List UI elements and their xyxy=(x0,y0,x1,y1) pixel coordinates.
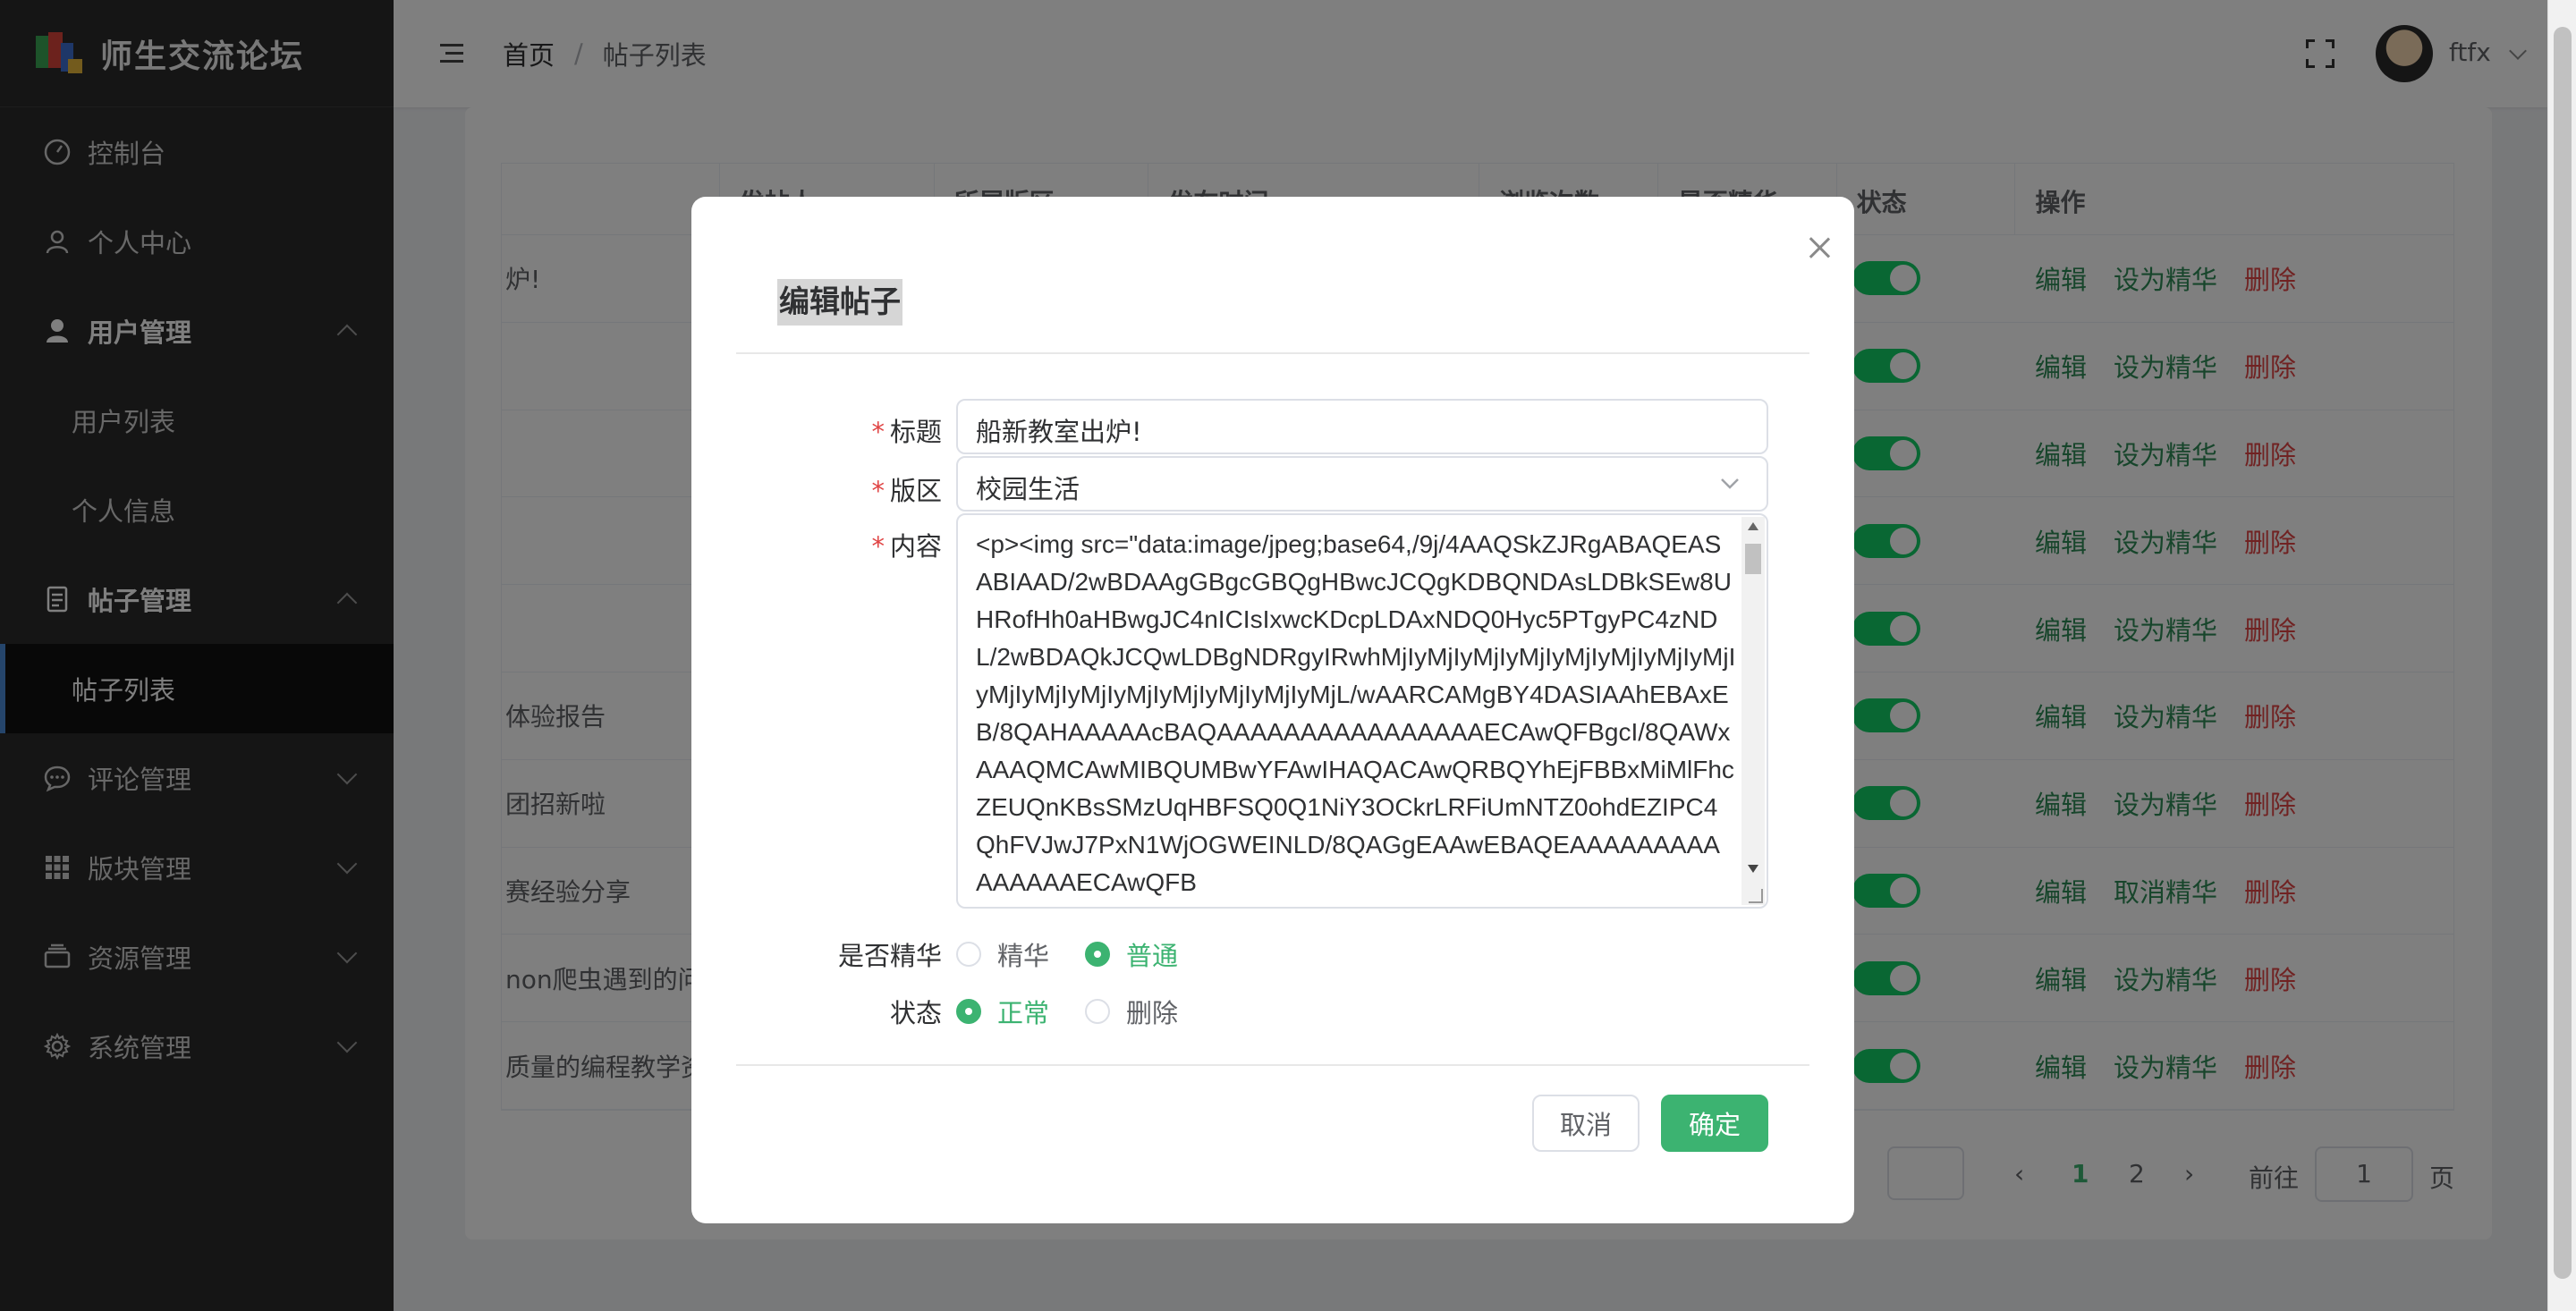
status-option-deleted[interactable]: 删除 xyxy=(1085,993,1178,1030)
scroll-up-icon[interactable] xyxy=(1748,522,1758,530)
radio-icon xyxy=(1085,999,1111,1024)
divider xyxy=(736,352,1809,354)
section-label: * 版区 xyxy=(871,476,942,506)
cancel-button[interactable]: 取消 xyxy=(1532,1095,1640,1152)
textarea-scrollbar[interactable] xyxy=(1741,517,1765,905)
divider xyxy=(736,1064,1809,1066)
featured-option-normal[interactable]: 普通 xyxy=(1085,935,1178,973)
title-label: * 标题 xyxy=(871,417,942,447)
radio-label: 精华 xyxy=(997,941,1050,971)
featured-radio-group: 精华 普通 xyxy=(956,935,1214,973)
radio-label: 正常 xyxy=(997,998,1050,1028)
dialog-title: 编辑帖子 xyxy=(777,279,902,326)
scroll-down-icon[interactable] xyxy=(1748,865,1758,873)
radio-icon xyxy=(956,942,981,967)
radio-checked-icon xyxy=(1085,942,1111,967)
status-label: 状态 xyxy=(889,998,942,1028)
chevron-down-icon xyxy=(1721,478,1739,489)
featured-label: 是否精华 xyxy=(837,941,942,971)
radio-label: 普通 xyxy=(1126,941,1179,971)
section-select[interactable]: 校园生活 xyxy=(956,456,1768,512)
scrollbar-thumb[interactable] xyxy=(2554,27,2572,1279)
status-radio-group: 正常 删除 xyxy=(956,993,1214,1030)
close-icon[interactable] xyxy=(1801,229,1840,268)
content-text: <p><img src="data:image/jpeg;base64,/9j/… xyxy=(976,530,1736,896)
confirm-button[interactable]: 确定 xyxy=(1661,1095,1768,1152)
status-option-normal[interactable]: 正常 xyxy=(956,993,1049,1030)
featured-option-featured[interactable]: 精华 xyxy=(956,935,1049,973)
resize-handle-icon[interactable] xyxy=(1749,889,1763,903)
section-select-value: 校园生活 xyxy=(976,474,1080,504)
radio-checked-icon xyxy=(956,999,981,1024)
page-scrollbar[interactable] xyxy=(2547,0,2576,1311)
title-input[interactable]: 船新教室出炉! xyxy=(956,399,1768,454)
edit-post-dialog: 编辑帖子 * 标题 船新教室出炉! * 版区 校园生活 * 内容 <p><img sr… xyxy=(691,197,1854,1223)
content-label: * 内容 xyxy=(871,531,942,562)
radio-label: 删除 xyxy=(1126,998,1179,1028)
scrollbar-thumb[interactable] xyxy=(1745,544,1761,574)
content-textarea[interactable]: <p><img src="data:image/jpeg;base64,/9j/… xyxy=(956,513,1768,909)
